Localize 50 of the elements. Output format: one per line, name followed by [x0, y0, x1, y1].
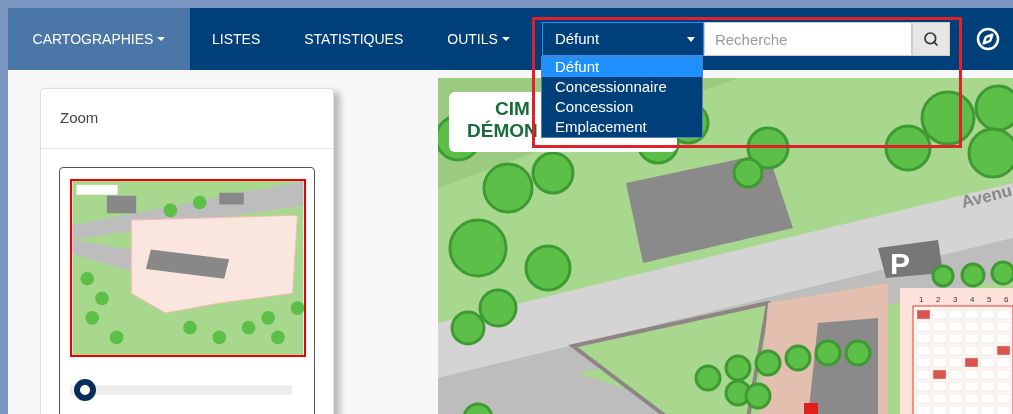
- tree: [814, 339, 842, 367]
- column-number: 1: [919, 295, 924, 304]
- tree: [694, 364, 722, 392]
- grave-plot[interactable]: [916, 309, 931, 320]
- tree: [754, 349, 782, 377]
- nav-menu-item[interactable]: LISTES: [190, 8, 283, 70]
- nav-menu-item[interactable]: OUTILS: [425, 8, 532, 70]
- column-number: 5: [987, 295, 992, 304]
- search-button[interactable]: [911, 22, 950, 56]
- tree: [482, 162, 534, 214]
- tree: [784, 344, 812, 372]
- tree: [448, 218, 508, 278]
- tree: [524, 244, 572, 292]
- tree: [462, 402, 494, 414]
- search-icon: [922, 31, 939, 47]
- dropdown-option[interactable]: Concessionnaire: [542, 77, 702, 97]
- grave-plot[interactable]: [932, 369, 947, 380]
- search-field[interactable]: Recherche: [703, 22, 912, 56]
- tree: [967, 127, 1013, 179]
- nav-menu-item[interactable]: STATISTIQUES: [282, 8, 426, 70]
- grave-plot[interactable]: [964, 357, 979, 368]
- parking-sign: P: [890, 247, 910, 280]
- parking-area: [878, 240, 943, 278]
- dropdown-option[interactable]: Emplacement: [542, 117, 702, 137]
- column-number: 4: [970, 295, 975, 304]
- tree: [450, 310, 486, 346]
- grave-plot[interactable]: [996, 345, 1011, 356]
- road-label: Avenu: [959, 181, 1013, 212]
- tree: [931, 264, 955, 288]
- column-number: 6: [1004, 295, 1009, 304]
- tree: [478, 288, 518, 328]
- dropdown-arrow-icon: [686, 36, 695, 42]
- thumbnail-map-drawing[interactable]: [70, 179, 306, 357]
- tree: [960, 262, 986, 288]
- tree: [724, 354, 752, 382]
- tree: [844, 339, 872, 367]
- house-marker-icon: [804, 403, 818, 414]
- column-number: 3: [953, 295, 958, 304]
- column-number: 2: [936, 295, 941, 304]
- tree: [990, 260, 1013, 286]
- dropdown-option[interactable]: Concession: [542, 97, 702, 117]
- tree: [744, 382, 772, 410]
- nav-menu-item[interactable]: CARTOGRAPHIES: [8, 8, 190, 70]
- search-type-select[interactable]: Défunt: [541, 22, 704, 56]
- panel-title: Zoom: [41, 89, 333, 149]
- map-title: CIM: [495, 98, 530, 120]
- tree: [732, 157, 764, 189]
- tree: [884, 124, 932, 172]
- slider-thumb[interactable]: [74, 379, 96, 401]
- compass-icon: [975, 27, 1000, 51]
